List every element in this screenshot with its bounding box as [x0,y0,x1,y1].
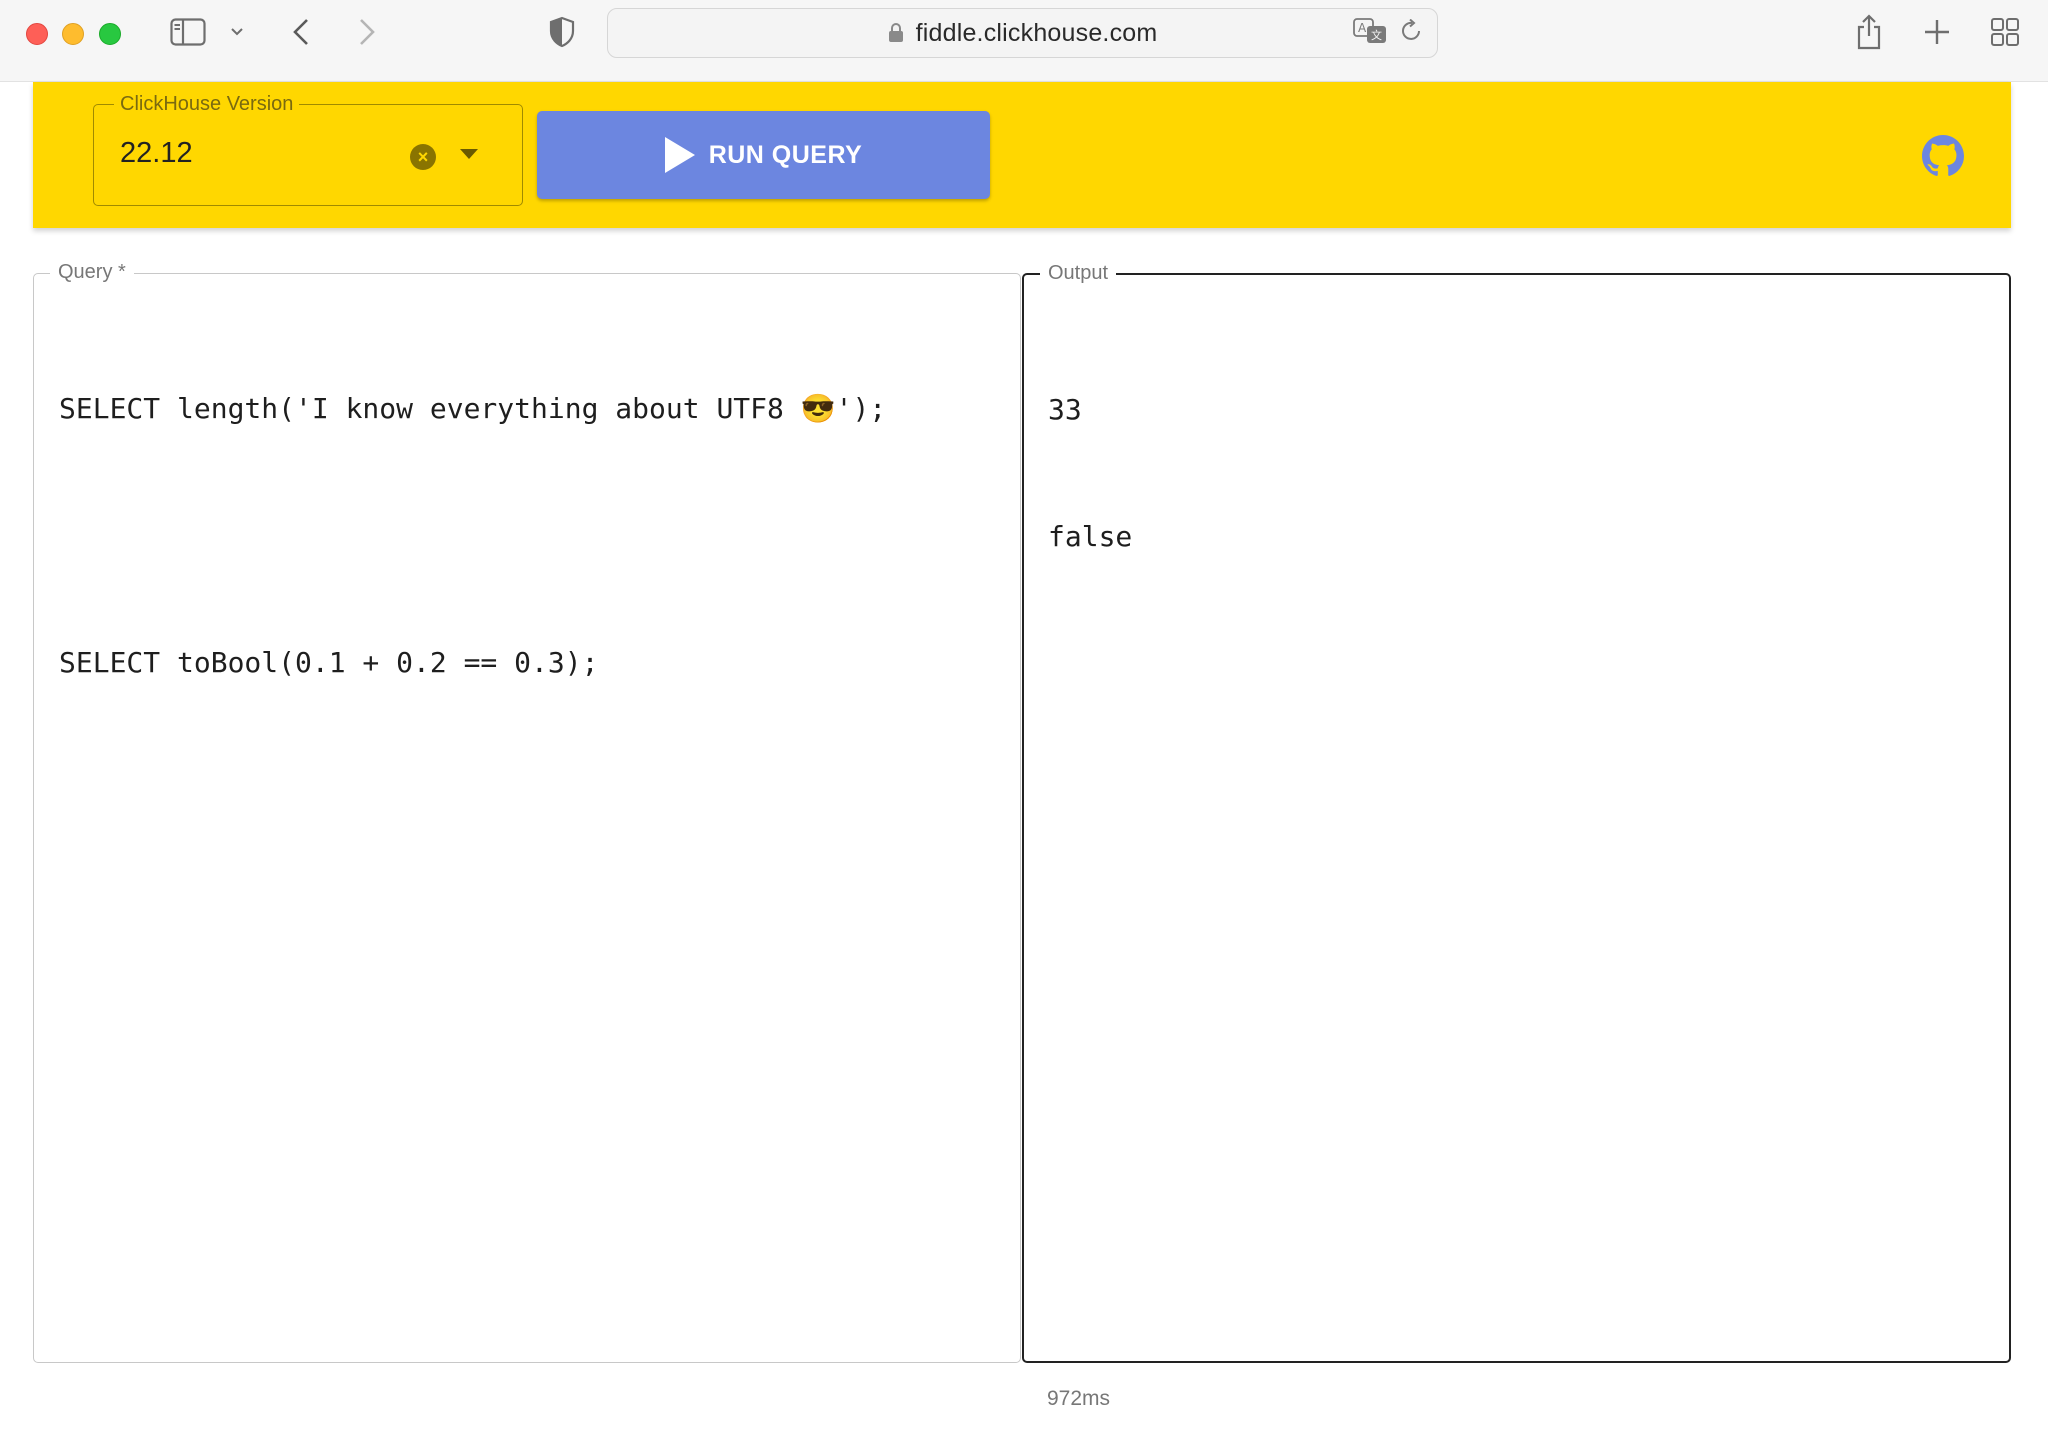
query-line: SELECT length('I know everything about U… [59,392,887,425]
svg-text:文: 文 [1371,28,1382,42]
play-icon [664,137,695,173]
chevron-down-icon[interactable] [226,12,248,52]
execution-time: 972ms [1047,1387,1111,1410]
url-text: fiddle.clickhouse.com [915,18,1158,47]
lock-icon [888,23,904,43]
output-line: 33 [1048,393,1082,426]
run-query-label: RUN QUERY [708,140,863,169]
svg-text:A: A [1358,21,1367,35]
query-label: Query * [50,258,134,286]
query-line: SELECT toBool(0.1 + 0.2 == 0.3); [59,646,599,679]
dropdown-arrow-icon[interactable] [460,149,478,159]
shield-icon[interactable] [546,12,578,52]
address-bar[interactable]: fiddle.clickhouse.com A文 [607,8,1438,58]
query-line [59,515,886,558]
output-panel[interactable]: Output 33 false [1022,259,2011,1363]
reload-icon[interactable] [1401,18,1423,48]
sidebar-icon[interactable] [168,12,208,52]
clear-icon[interactable]: × [410,144,436,170]
app-header: ClickHouse Version 22.12 × RUN QUERY [33,82,2011,228]
minimize-window-button[interactable] [62,23,84,45]
github-icon[interactable] [1922,135,1964,177]
plus-icon[interactable] [1920,12,1954,52]
share-icon[interactable] [1852,12,1886,52]
run-query-button[interactable]: RUN QUERY [537,111,990,199]
output-text: 33 false [1048,305,1132,643]
output-label: Output [1040,259,1117,287]
translate-icon[interactable]: A文 [1353,17,1387,49]
query-code[interactable]: SELECT length('I know everything about U… [59,304,886,769]
browser-toolbar: fiddle.clickhouse.com A文 [0,0,2048,82]
query-editor[interactable]: Query * SELECT length('I know everything… [33,258,1021,1363]
version-value[interactable]: 22.12 [120,137,193,170]
chevron-left-icon[interactable] [286,12,316,52]
close-window-button[interactable] [26,23,48,45]
version-select[interactable]: ClickHouse Version 22.12 × [93,91,523,206]
zoom-window-button[interactable] [99,23,121,45]
grid-icon[interactable] [1988,12,2022,52]
chevron-right-icon[interactable] [352,12,382,52]
output-line: false [1048,520,1133,553]
version-label: ClickHouse Version [114,91,300,117]
